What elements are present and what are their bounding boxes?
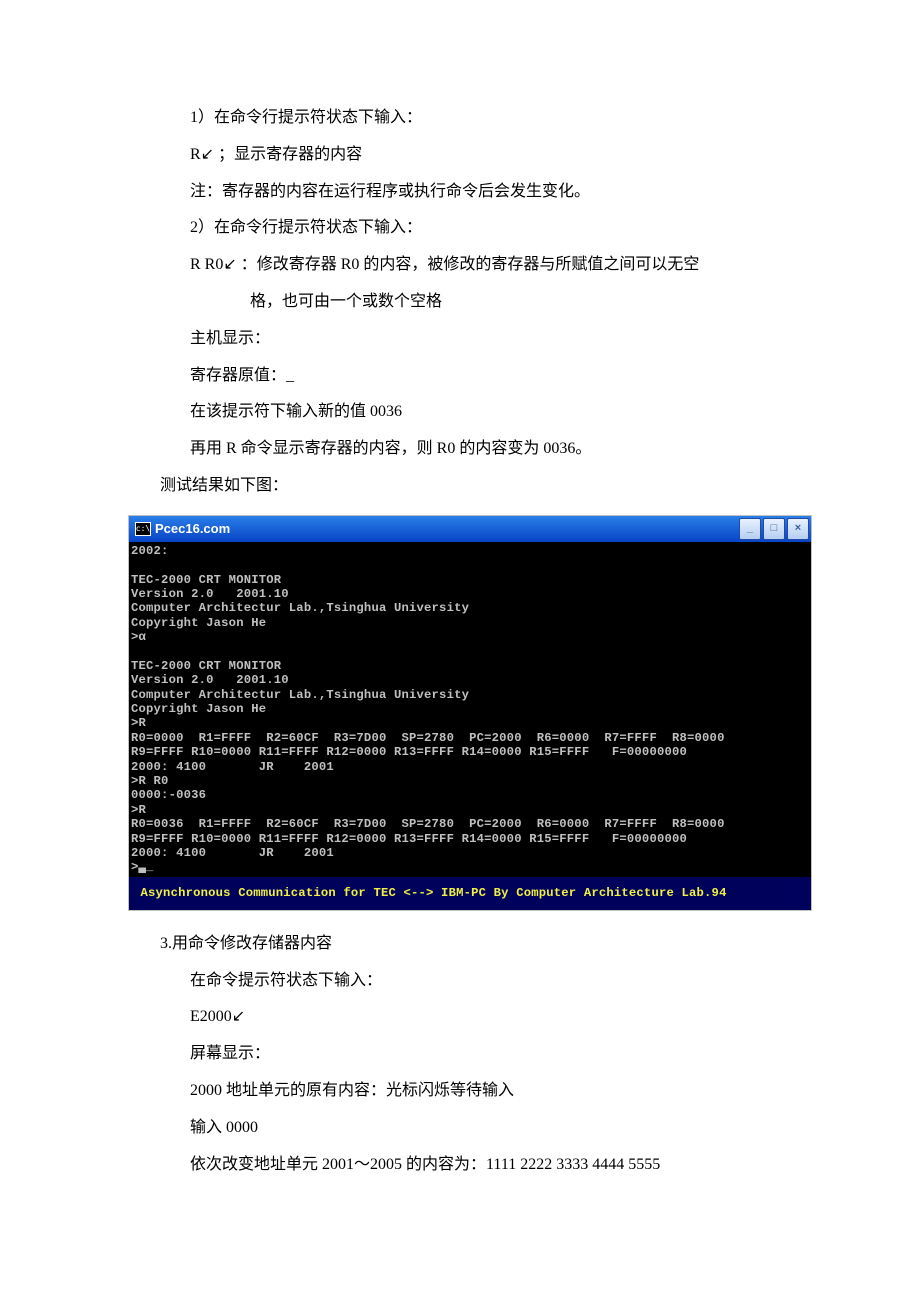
text-line: 注：寄存器的内容在运行程序或执行命令后会发生变化。 xyxy=(190,174,800,211)
terminal-window: c:\ Pcec16.com _ □ × 2002: TEC-2000 CRT … xyxy=(128,515,812,911)
term-line: Version 2.0 2001.10 xyxy=(131,673,289,687)
text-line: 再用 R 命令显示寄存器的内容，则 R0 的内容变为 0036。 xyxy=(190,431,800,468)
text-line: 屏幕显示： xyxy=(190,1036,800,1073)
term-line: >R R0 xyxy=(131,774,169,788)
term-line: 0000:-0036 xyxy=(131,788,206,802)
minimize-button[interactable]: _ xyxy=(739,518,761,540)
term-line: R9=FFFF R10=0000 R11=FFFF R12=0000 R13=F… xyxy=(131,745,687,759)
text-line: 格，也可由一个或数个空格 xyxy=(190,284,800,321)
cmd-prompt-icon: c:\ xyxy=(135,522,151,536)
term-line: >α xyxy=(131,630,146,644)
section-1: 1）在命令行提示符状态下输入： R↙ ；显示寄存器的内容 注：寄存器的内容在运行… xyxy=(0,100,920,468)
text-line: 在命令提示符状态下输入： xyxy=(190,963,800,1000)
text-line: 主机显示： xyxy=(190,321,800,358)
title-bar: c:\ Pcec16.com _ □ × xyxy=(129,516,811,542)
term-line: >▃_ xyxy=(131,860,154,874)
text-line: 依次改变地址单元 2001～2005 的内容为：1111 2222 3333 4… xyxy=(190,1147,800,1184)
enter-symbol: ↙ xyxy=(223,256,236,273)
term-line: 2000: 4100 JR 2001 xyxy=(131,846,334,860)
comment-text: ：修改寄存器 R0 的内容，被修改的寄存器与所赋值之间可以无空 xyxy=(237,256,700,273)
term-line: 2002: xyxy=(131,544,169,558)
term-line: >R xyxy=(131,716,146,730)
term-line: Version 2.0 2001.10 xyxy=(131,587,289,601)
text-line: 1）在命令行提示符状态下输入： xyxy=(190,100,800,137)
section-1-tail: 测试结果如下图： xyxy=(0,468,920,505)
cmd-text: R R0 xyxy=(190,256,223,273)
close-button[interactable]: × xyxy=(787,518,809,540)
enter-symbol: ↙ xyxy=(201,146,214,163)
term-line: 2000: 4100 JR 2001 xyxy=(131,760,334,774)
comment-text: ；显示寄存器的内容 xyxy=(214,146,362,163)
section-2: 在命令提示符状态下输入： E2000↙ 屏幕显示： 2000 地址单元的原有内容… xyxy=(0,963,920,1184)
term-line: Computer Architectur Lab.,Tsinghua Unive… xyxy=(131,688,469,702)
document-page: 1）在命令行提示符状态下输入： R↙ ；显示寄存器的内容 注：寄存器的内容在运行… xyxy=(0,0,920,1243)
section-2-head: 3.用命令修改存储器内容 xyxy=(0,926,920,963)
cmd-text: R xyxy=(190,146,201,163)
text-line: 3.用命令修改存储器内容 xyxy=(160,926,800,963)
terminal-status-bar: Asynchronous Communication for TEC <--> … xyxy=(129,877,811,910)
text-line: 测试结果如下图： xyxy=(160,468,800,505)
text-line: 2000 地址单元的原有内容：光标闪烁等待输入 xyxy=(190,1073,800,1110)
enter-symbol: ↙ xyxy=(232,1008,245,1025)
text-line: E2000↙ xyxy=(190,999,800,1036)
term-line: R0=0036 R1=FFFF R2=60CF R3=7D00 SP=2780 … xyxy=(131,817,725,831)
term-line: R9=FFFF R10=0000 R11=FFFF R12=0000 R13=F… xyxy=(131,832,687,846)
term-line: Copyright Jason He xyxy=(131,616,266,630)
term-line: R0=0000 R1=FFFF R2=60CF R3=7D00 SP=2780 … xyxy=(131,731,725,745)
text-line: 输入 0000 xyxy=(190,1110,800,1147)
term-line: TEC-2000 CRT MONITOR xyxy=(131,573,281,587)
text-line: 在该提示符下输入新的值 0036 xyxy=(190,394,800,431)
term-line: Computer Architectur Lab.,Tsinghua Unive… xyxy=(131,601,469,615)
text-line: R↙ ；显示寄存器的内容 xyxy=(190,137,800,174)
term-line: Copyright Jason He xyxy=(131,702,266,716)
cmd-text: E2000 xyxy=(190,1008,232,1025)
text-line: 2）在命令行提示符状态下输入： xyxy=(190,210,800,247)
window-controls: _ □ × xyxy=(739,518,809,540)
window-title: Pcec16.com xyxy=(155,514,230,544)
maximize-button[interactable]: □ xyxy=(763,518,785,540)
term-line: TEC-2000 CRT MONITOR xyxy=(131,659,281,673)
text-line: 寄存器原值：_ xyxy=(190,358,800,395)
title-bar-left: c:\ Pcec16.com xyxy=(135,514,230,544)
term-line: >R xyxy=(131,803,146,817)
text-line: R R0↙ ：修改寄存器 R0 的内容，被修改的寄存器与所赋值之间可以无空 xyxy=(190,247,800,284)
terminal-output[interactable]: 2002: TEC-2000 CRT MONITOR Version 2.0 2… xyxy=(129,542,811,877)
